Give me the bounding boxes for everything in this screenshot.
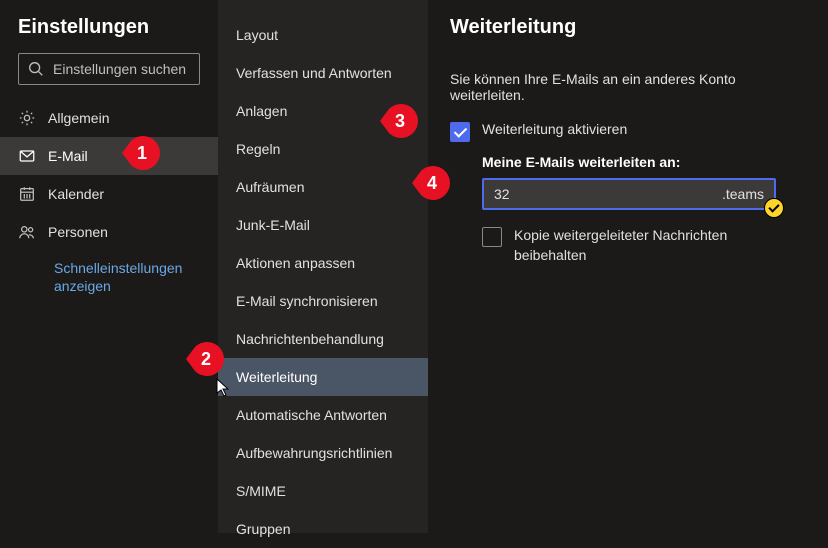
sub-item-groups[interactable]: Gruppen [218,510,428,548]
email-settings-submenu: Layout Verfassen und Antworten Anlagen R… [218,0,428,533]
nav-label: Personen [48,224,108,240]
mail-icon [18,147,36,165]
forward-value-prefix: 32 [494,186,510,202]
nav-item-people[interactable]: Personen [0,213,218,251]
calendar-icon [18,185,36,203]
sub-item-sync[interactable]: E-Mail synchronisieren [218,282,428,320]
sub-item-sweep[interactable]: Aufräumen [218,168,428,206]
validation-ok-icon [764,198,784,218]
people-icon [18,223,36,241]
keep-copy-label: Kopie weitergeleiteter Nachrichten beibe… [514,226,744,265]
sub-item-attachments[interactable]: Anlagen [218,92,428,130]
nav-item-general[interactable]: Allgemein [0,99,218,137]
nav-label: Kalender [48,186,104,202]
quick-settings-link[interactable]: Schnelleinstellungen anzeigen [0,251,218,303]
forward-to-label: Meine E-Mails weiterleiten an: [482,154,806,170]
sub-item-customize-actions[interactable]: Aktionen anpassen [218,244,428,282]
nav-label: Allgemein [48,110,109,126]
settings-title: Einstellungen [0,16,218,53]
nav-item-calendar[interactable]: Kalender [0,175,218,213]
forward-value-redacted [510,185,722,203]
search-icon [27,60,45,78]
panel-description: Sie können Ihre E-Mails an ein anderes K… [450,71,806,103]
sub-item-message-handling[interactable]: Nachrichtenbehandlung [218,320,428,358]
settings-sidebar: Einstellungen Einstellungen suchen Allge… [0,0,218,533]
gear-icon [18,109,36,127]
sub-item-retention[interactable]: Aufbewahrungsrichtlinien [218,434,428,472]
enable-forwarding-checkbox[interactable] [450,122,470,142]
settings-search-input[interactable]: Einstellungen suchen [18,53,200,85]
nav-item-email[interactable]: E-Mail [0,137,218,175]
forward-value-suffix: .teams [722,186,764,202]
forward-to-input[interactable]: 32 .teams [482,178,776,210]
sub-item-smime[interactable]: S/MIME [218,472,428,510]
enable-forwarding-label: Weiterleitung aktivieren [482,121,627,137]
sub-item-junk[interactable]: Junk-E-Mail [218,206,428,244]
sub-item-automatic-replies[interactable]: Automatische Antworten [218,396,428,434]
nav-label: E-Mail [48,148,88,164]
sub-item-compose[interactable]: Verfassen und Antworten [218,54,428,92]
sub-item-forwarding[interactable]: Weiterleitung [218,358,428,396]
forwarding-panel: Weiterleitung Sie können Ihre E-Mails an… [428,0,828,533]
keep-copy-checkbox[interactable] [482,227,502,247]
sub-item-rules[interactable]: Regeln [218,130,428,168]
search-placeholder: Einstellungen suchen [53,61,186,77]
sub-item-layout[interactable]: Layout [218,16,428,54]
panel-heading: Weiterleitung [450,16,806,39]
